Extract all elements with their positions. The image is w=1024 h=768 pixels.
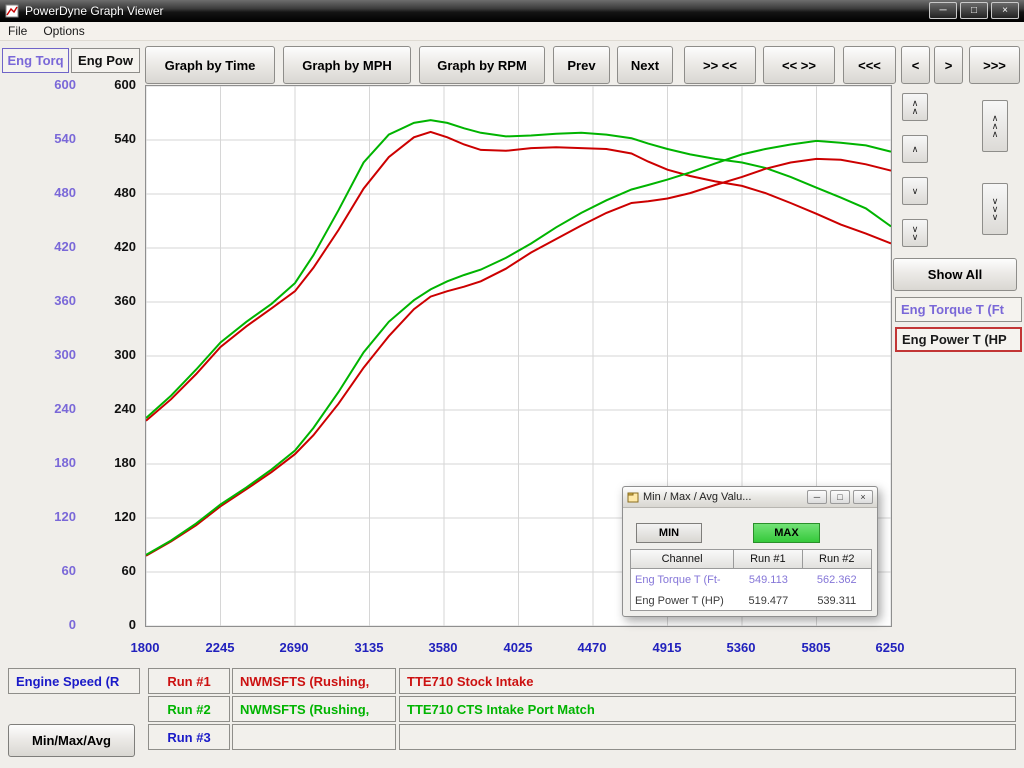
power-axis-tick: 600: [66, 77, 136, 93]
minimize-icon[interactable]: ─: [929, 2, 957, 19]
minmax-minimize-icon[interactable]: ─: [807, 490, 827, 504]
power-axis-tick: 120: [66, 509, 136, 525]
scroll-left-fast-button[interactable]: <<<: [843, 46, 896, 84]
rpm-axis-tick: 3135: [339, 640, 399, 656]
run3-label[interactable]: Run #3: [148, 724, 230, 750]
power-axis-tick: 60: [66, 563, 136, 579]
rpm-axis-tick: 3580: [413, 640, 473, 656]
rpm-axis-tick: 4025: [488, 640, 548, 656]
rpm-axis-tick: 5360: [711, 640, 771, 656]
run1-file-field[interactable]: NWMSFTS (Rushing,: [232, 668, 396, 694]
header-run1[interactable]: Run #1: [734, 550, 802, 569]
power-axis-tick: 360: [66, 293, 136, 309]
power-max-run2: 539.311: [803, 595, 871, 607]
menu-bar: File Options: [0, 22, 1024, 41]
run1-label[interactable]: Run #1: [148, 668, 230, 694]
power-axis-tab[interactable]: Eng Pow: [71, 48, 140, 73]
window-title: PowerDyne Graph Viewer: [25, 4, 164, 18]
next-button[interactable]: Next: [617, 46, 673, 84]
power-axis-tick: 300: [66, 347, 136, 363]
minmax-table: Channel Run #1 Run #2 Eng Torque T (Ft- …: [630, 549, 872, 611]
rpm-axis-tick: 2245: [190, 640, 250, 656]
prev-button[interactable]: Prev: [553, 46, 610, 84]
power-axis-tick: 0: [66, 617, 136, 633]
minmaxavg-button[interactable]: Min/Max/Avg: [8, 724, 135, 757]
power-axis-tick: 240: [66, 401, 136, 417]
power-axis-tick: 180: [66, 455, 136, 471]
scroll-left-button[interactable]: <: [901, 46, 930, 84]
run2-description-field[interactable]: TTE710 CTS Intake Port Match: [399, 696, 1016, 722]
minmax-restore-icon[interactable]: □: [830, 490, 850, 504]
rpm-axis-tick: 4915: [637, 640, 697, 656]
graph-by-time-button[interactable]: Graph by Time: [145, 46, 275, 84]
minmax-window-icon: [627, 491, 639, 503]
power-channel-label[interactable]: Eng Power T (HP: [895, 327, 1022, 352]
close-icon[interactable]: ×: [991, 2, 1019, 19]
menu-file[interactable]: File: [0, 22, 35, 40]
torque-row-channel: Eng Torque T (Ft-: [631, 574, 734, 586]
scale-up-icon[interactable]: ∧: [902, 135, 928, 163]
rpm-axis-tick: 1800: [115, 640, 175, 656]
table-row: Eng Torque T (Ft- 549.113 562.362: [631, 569, 871, 590]
graph-by-rpm-button[interactable]: Graph by RPM: [419, 46, 545, 84]
min-button[interactable]: MIN: [636, 523, 702, 543]
zoom-out-x-button[interactable]: << >>: [763, 46, 835, 84]
run2-file-field[interactable]: NWMSFTS (Rushing,: [232, 696, 396, 722]
torque-max-run1: 549.113: [734, 574, 802, 586]
header-channel[interactable]: Channel: [631, 550, 734, 569]
torque-channel-label[interactable]: Eng Torque T (Ft: [895, 297, 1022, 322]
minmax-title-bar[interactable]: Min / Max / Avg Valu... ─ □ ×: [623, 487, 877, 508]
power-axis-tick: 540: [66, 131, 136, 147]
pan-up-icon[interactable]: ∧ ∧ ∧: [982, 100, 1008, 152]
scroll-right-button[interactable]: >: [934, 46, 963, 84]
run2-label[interactable]: Run #2: [148, 696, 230, 722]
header-run2[interactable]: Run #2: [803, 550, 871, 569]
table-row: Eng Power T (HP) 519.477 539.311: [631, 590, 871, 611]
power-axis-tick: 420: [66, 239, 136, 255]
power-row-channel: Eng Power T (HP): [631, 595, 734, 607]
rpm-axis-tick: 4470: [562, 640, 622, 656]
run3-file-field[interactable]: [232, 724, 396, 750]
minmax-window-title: Min / Max / Avg Valu...: [643, 491, 804, 503]
app-window: { "window": { "title": "PowerDyne Graph …: [0, 0, 1024, 768]
minmax-table-header: Channel Run #1 Run #2: [631, 550, 871, 569]
rpm-axis-tick: 6250: [860, 640, 920, 656]
title-bar[interactable]: PowerDyne Graph Viewer ─ □ ×: [0, 0, 1024, 22]
graph-by-mph-button[interactable]: Graph by MPH: [283, 46, 411, 84]
menu-options[interactable]: Options: [35, 22, 92, 40]
scale-down-fast-icon[interactable]: ∨ ∨: [902, 219, 928, 247]
power-axis-tick: 480: [66, 185, 136, 201]
scroll-right-fast-button[interactable]: >>>: [969, 46, 1020, 84]
torque-axis-tab[interactable]: Eng Torq: [2, 48, 69, 73]
scale-down-icon[interactable]: ∨: [902, 177, 928, 205]
pan-down-icon[interactable]: ∨ ∨ ∨: [982, 183, 1008, 235]
minmax-window[interactable]: Min / Max / Avg Valu... ─ □ × MIN MAX Ch…: [622, 486, 878, 617]
app-icon: [5, 4, 19, 18]
scale-up-fast-icon[interactable]: ∧ ∧: [902, 93, 928, 121]
run1-description-field[interactable]: TTE710 Stock Intake: [399, 668, 1016, 694]
rpm-axis-tick: 2690: [264, 640, 324, 656]
minmax-close-icon[interactable]: ×: [853, 490, 873, 504]
show-all-button[interactable]: Show All: [893, 258, 1017, 291]
rpm-axis-tick: 5805: [786, 640, 846, 656]
maximize-icon[interactable]: □: [960, 2, 988, 19]
max-button[interactable]: MAX: [753, 523, 820, 543]
torque-max-run2: 562.362: [803, 574, 871, 586]
power-max-run1: 519.477: [734, 595, 802, 607]
zoom-in-x-button[interactable]: >> <<: [684, 46, 756, 84]
x-channel-field[interactable]: Engine Speed (R: [8, 668, 140, 694]
run3-description-field[interactable]: [399, 724, 1016, 750]
